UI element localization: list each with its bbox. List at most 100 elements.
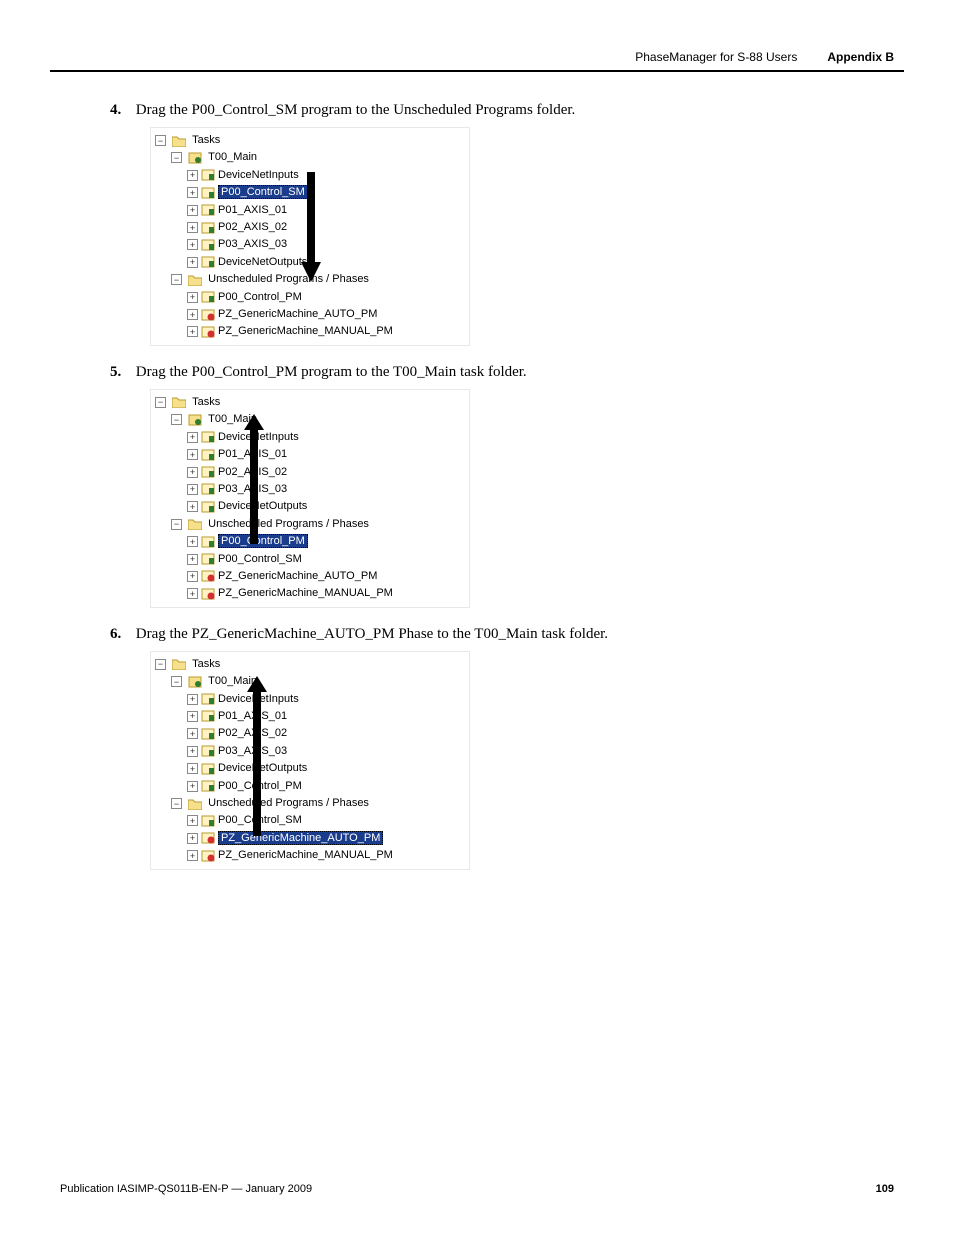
- expand-icon[interactable]: +: [187, 205, 198, 216]
- tree-node-program[interactable]: +P02_AXIS_02: [187, 725, 465, 742]
- tree-node-main[interactable]: − T00_Main +DeviceNetInputs +P01_AXIS_01…: [171, 411, 465, 515]
- tree-node-phase[interactable]: +PZ_GenericMachine_AUTO_PM: [187, 830, 465, 847]
- expand-icon[interactable]: +: [187, 536, 198, 547]
- tree-node-program[interactable]: +DeviceNetInputs: [187, 429, 465, 446]
- page-header: PhaseManager for S-88 Users Appendix B: [50, 50, 904, 64]
- tree-node-phase[interactable]: +PZ_GenericMachine_MANUAL_PM: [187, 847, 465, 864]
- expand-icon[interactable]: +: [187, 187, 198, 198]
- expand-icon[interactable]: +: [187, 815, 198, 826]
- tree-node-program[interactable]: +P03_AXIS_03: [187, 743, 465, 760]
- tree-node-program[interactable]: +P00_Control_SM: [187, 812, 465, 829]
- tree-node-phase[interactable]: +PZ_GenericMachine_MANUAL_PM: [187, 585, 465, 602]
- tree-label: PZ_GenericMachine_MANUAL_PM: [218, 325, 393, 337]
- page-footer: Publication IASIMP-QS011B-EN-P — January…: [60, 1183, 894, 1195]
- folder-open-icon: [188, 798, 202, 810]
- tree-label: DeviceNetOutputs: [218, 256, 307, 268]
- expand-icon[interactable]: +: [187, 763, 198, 774]
- program-icon: [201, 483, 215, 495]
- tree[interactable]: − Tasks − T00_Main +DeviceNetInputs +P01…: [155, 656, 465, 865]
- tree-node-tasks[interactable]: − Tasks − T00_Main +DeviceNetInputs +P01…: [155, 656, 465, 865]
- tree[interactable]: − Tasks − T00_Main +DeviceNetInputs +P01…: [155, 394, 465, 603]
- collapse-icon[interactable]: −: [155, 659, 166, 670]
- tree-node-unscheduled[interactable]: − Unscheduled Programs / Phases +P00_Con…: [171, 516, 465, 603]
- tree-node-tasks[interactable]: − Tasks − T00_Main +DeviceNetInputs +P00…: [155, 132, 465, 341]
- expand-icon[interactable]: +: [187, 170, 198, 181]
- tree-node-program[interactable]: +P02_AXIS_02: [187, 219, 465, 236]
- expand-icon[interactable]: +: [187, 694, 198, 705]
- tree-node-program[interactable]: +P01_AXIS_01: [187, 708, 465, 725]
- tree-label: T00_Main: [208, 151, 257, 163]
- tree-node-phase[interactable]: +PZ_GenericMachine_AUTO_PM: [187, 306, 465, 323]
- expand-icon[interactable]: +: [187, 467, 198, 478]
- program-icon: [201, 693, 215, 705]
- tree-node-program[interactable]: +P03_AXIS_03: [187, 481, 465, 498]
- tree-node-main[interactable]: − T00_Main +DeviceNetInputs +P01_AXIS_01…: [171, 673, 465, 795]
- tree-node-program[interactable]: + DeviceNetOutputs: [187, 498, 465, 515]
- program-icon: [201, 745, 215, 757]
- step-4: 4. Drag the P00_Control_SM program to th…: [110, 102, 904, 119]
- expand-icon[interactable]: +: [187, 728, 198, 739]
- tree-node-program[interactable]: +P00_Control_SM: [187, 184, 465, 201]
- tree-node-program[interactable]: +DeviceNetInputs: [187, 167, 465, 184]
- step-5: 5. Drag the P00_Control_PM program to th…: [110, 364, 904, 381]
- tree-node-unscheduled[interactable]: − Unscheduled Programs / Phases +P00_Con…: [171, 795, 465, 865]
- expand-icon[interactable]: +: [187, 222, 198, 233]
- tree-node-program[interactable]: +P00_Control_SM: [187, 551, 465, 568]
- expand-icon[interactable]: +: [187, 309, 198, 320]
- tree-label: DeviceNetOutputs: [218, 500, 307, 512]
- phase-icon: [201, 588, 215, 600]
- tree-node-phase[interactable]: +PZ_GenericMachine_AUTO_PM: [187, 568, 465, 585]
- program-icon: [201, 710, 215, 722]
- expand-icon[interactable]: +: [187, 326, 198, 337]
- page: PhaseManager for S-88 Users Appendix B 4…: [0, 0, 954, 1235]
- expand-icon[interactable]: +: [187, 781, 198, 792]
- expand-icon[interactable]: +: [187, 257, 198, 268]
- tree-node-program[interactable]: +P03_AXIS_03: [187, 236, 465, 253]
- tree-node-program[interactable]: +P02_AXIS_02: [187, 464, 465, 481]
- expand-icon[interactable]: +: [187, 449, 198, 460]
- tree-node-program[interactable]: +P00_Control_PM: [187, 533, 465, 550]
- expand-icon[interactable]: +: [187, 432, 198, 443]
- tree-node-phase[interactable]: + PZ_GenericMachine_MANUAL_PM: [187, 323, 465, 340]
- expand-icon[interactable]: +: [187, 292, 198, 303]
- expand-icon[interactable]: +: [187, 588, 198, 599]
- collapse-icon[interactable]: −: [171, 152, 182, 163]
- step-number: 4.: [110, 102, 132, 119]
- expand-icon[interactable]: +: [187, 239, 198, 250]
- program-icon: [201, 239, 215, 251]
- tree-node-tasks[interactable]: − Tasks − T00_Main +DeviceNetInputs +P01…: [155, 394, 465, 603]
- program-icon: [201, 553, 215, 565]
- tree-node-main[interactable]: − T00_Main +DeviceNetInputs +P00_Control…: [171, 149, 465, 271]
- expand-icon[interactable]: +: [187, 711, 198, 722]
- tree-node-program[interactable]: + P01_AXIS_01: [187, 202, 465, 219]
- expand-icon[interactable]: +: [187, 501, 198, 512]
- collapse-icon[interactable]: −: [155, 135, 166, 146]
- tree-label: Tasks: [192, 134, 220, 146]
- tree-node-program[interactable]: +DeviceNetOutputs: [187, 760, 465, 777]
- expand-icon[interactable]: +: [187, 850, 198, 861]
- expand-icon[interactable]: +: [187, 833, 198, 844]
- tree-node-program[interactable]: +P00_Control_PM: [187, 289, 465, 306]
- expand-icon[interactable]: +: [187, 746, 198, 757]
- tree-node-unscheduled[interactable]: − Unscheduled Programs / Phases +P00_Con…: [171, 271, 465, 341]
- tree-node-program[interactable]: +P00_Control_PM: [187, 778, 465, 795]
- collapse-icon[interactable]: −: [171, 798, 182, 809]
- tree-screenshot-6: − Tasks − T00_Main +DeviceNetInputs +P01…: [150, 651, 470, 870]
- collapse-icon[interactable]: −: [171, 414, 182, 425]
- collapse-icon[interactable]: −: [155, 397, 166, 408]
- collapse-icon[interactable]: −: [171, 519, 182, 530]
- tree-node-program[interactable]: +P01_AXIS_01: [187, 446, 465, 463]
- expand-icon[interactable]: +: [187, 554, 198, 565]
- tree-label: P01_AXIS_01: [218, 204, 287, 216]
- tree[interactable]: − Tasks − T00_Main +DeviceNetInputs +P00…: [155, 132, 465, 341]
- program-icon: [201, 728, 215, 740]
- collapse-icon[interactable]: −: [171, 274, 182, 285]
- tree-label: T00_Main: [208, 675, 257, 687]
- collapse-icon[interactable]: −: [171, 676, 182, 687]
- expand-icon[interactable]: +: [187, 571, 198, 582]
- expand-icon[interactable]: +: [187, 484, 198, 495]
- tree-screenshot-4: − Tasks − T00_Main +DeviceNetInputs +P00…: [150, 127, 470, 346]
- section-label: Appendix B: [827, 50, 894, 64]
- tree-node-program[interactable]: +DeviceNetInputs: [187, 691, 465, 708]
- tree-node-program[interactable]: + DeviceNetOutputs: [187, 254, 465, 271]
